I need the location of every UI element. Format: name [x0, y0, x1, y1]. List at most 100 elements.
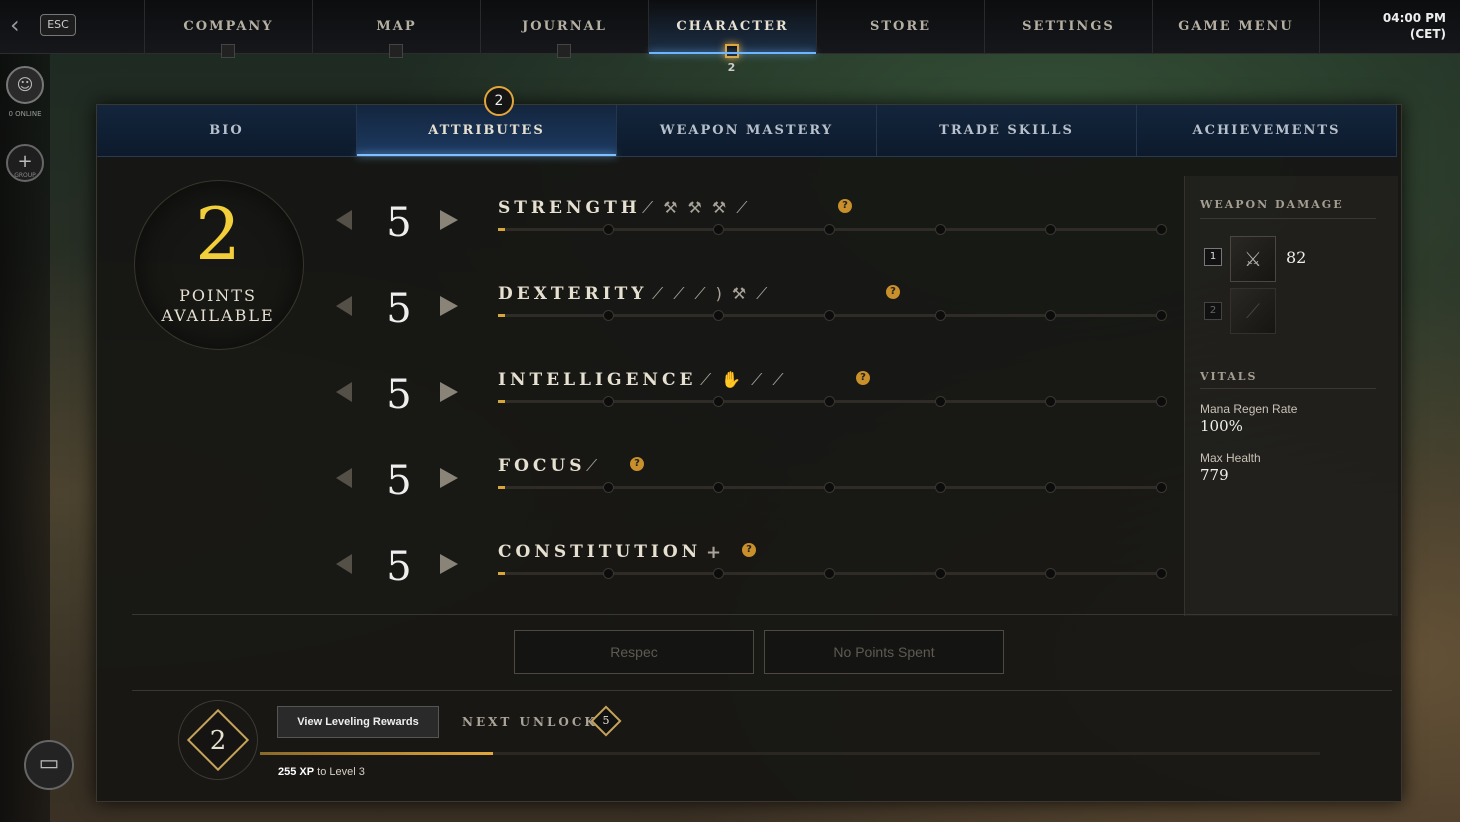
no-points-spent-button[interactable]: No Points Spent	[764, 630, 1004, 674]
xp-remaining: 255 XP to Level 3	[278, 766, 365, 778]
max-health-value: 779	[1200, 466, 1229, 484]
weapon-damage-heading: WEAPON DAMAGE	[1200, 198, 1344, 211]
subtabs: BIO ATTRIBUTES WEAPON MASTERY TRADE SKIL…	[97, 105, 1397, 157]
increase-arrow-icon[interactable]	[440, 382, 458, 402]
increase-arrow-icon[interactable]	[440, 468, 458, 488]
attribute-name: DEXTERITY	[498, 284, 648, 304]
tab-achievements[interactable]: ACHIEVEMENTS	[1137, 105, 1397, 156]
xp-suffix: to Level 3	[314, 766, 365, 778]
nav-game-menu[interactable]: GAME MENU	[1152, 0, 1320, 54]
divider	[132, 690, 1392, 691]
max-health-label: Max Health	[1200, 451, 1261, 465]
help-icon[interactable]: ?	[886, 285, 900, 299]
nav-map-label: MAP	[376, 19, 417, 34]
track-milestone-node	[713, 396, 725, 407]
chat-icon[interactable]: ▭	[24, 740, 74, 790]
track-milestone-node	[934, 568, 946, 579]
track-milestone-node	[602, 310, 614, 321]
weapon-slot-2-empty-icon[interactable]: ⟋	[1230, 288, 1276, 334]
nav-game-menu-label: GAME MENU	[1178, 19, 1294, 34]
track-milestone-node	[824, 310, 835, 321]
tab-weapon-mastery[interactable]: WEAPON MASTERY	[617, 105, 877, 156]
increase-arrow-icon[interactable]	[440, 554, 458, 574]
back-arrow-icon[interactable]: ‹	[10, 12, 36, 38]
attribute-progress	[498, 314, 505, 317]
mana-regen-value: 100%	[1200, 417, 1243, 435]
top-nav-bar: ‹ ESC COMPANY MAP JOURNAL CHARACTER 2 STO…	[0, 0, 1460, 74]
help-icon[interactable]: ?	[742, 543, 756, 557]
esc-button[interactable]: ESC	[40, 14, 76, 36]
nav-character-label: CHARACTER	[676, 19, 789, 34]
track-milestone-node	[713, 310, 725, 321]
decrease-arrow-icon[interactable]	[336, 382, 352, 402]
current-level: 2	[209, 726, 227, 756]
increase-arrow-icon[interactable]	[440, 210, 458, 230]
xp-amount: 255 XP	[278, 766, 315, 778]
tab-trade-skills[interactable]: TRADE SKILLS	[877, 105, 1137, 156]
attribute-progress	[498, 486, 505, 489]
attribute-name: STRENGTH	[498, 198, 641, 218]
track-milestone-node	[1045, 310, 1057, 321]
nav-store[interactable]: STORE	[816, 0, 984, 54]
track-milestone-node	[824, 482, 835, 493]
track-milestone-node	[1156, 224, 1167, 235]
tab-bio[interactable]: BIO	[97, 105, 357, 156]
help-icon[interactable]: ?	[838, 199, 852, 213]
divider	[1200, 218, 1376, 219]
attribute-value: 5	[386, 286, 412, 332]
nav-map[interactable]: MAP	[312, 0, 480, 58]
health-plus-icon: +	[706, 542, 732, 563]
track-milestone-node	[934, 482, 946, 493]
track-milestone-node	[713, 568, 725, 579]
tab-attributes[interactable]: ATTRIBUTES	[357, 105, 617, 156]
track-milestone-node	[1045, 482, 1057, 493]
view-leveling-rewards-button[interactable]: View Leveling Rewards	[277, 706, 439, 738]
strength-weapons-icons: ⟋⚒⚒⚒⟋	[642, 198, 758, 217]
attribute-progress	[498, 400, 505, 403]
increase-arrow-icon[interactable]	[440, 296, 458, 316]
intelligence-weapons-icons: ⟋✋⟋⟋	[700, 370, 794, 389]
attribute-row-strength: 5 STRENGTH ⟋⚒⚒⚒⟋ ?	[330, 196, 1180, 266]
attribute-value: 5	[386, 200, 412, 246]
nav-settings[interactable]: SETTINGS	[984, 0, 1152, 54]
nav-settings-label: SETTINGS	[1022, 19, 1115, 34]
social-icon[interactable]: ☺	[6, 66, 44, 104]
nav-character[interactable]: CHARACTER 2	[648, 0, 816, 74]
track-milestone-node	[1156, 568, 1167, 579]
weapon-slot-1-sword-icon[interactable]: ⚔	[1230, 236, 1276, 282]
attribute-track	[498, 396, 1167, 407]
attribute-row-dexterity: 5 DEXTERITY ⟋⟋⟋)⚒⟋ ?	[330, 282, 1180, 352]
track-milestone-node	[1045, 396, 1057, 407]
nav-company[interactable]: COMPANY	[144, 0, 312, 58]
help-icon[interactable]: ?	[630, 457, 644, 471]
attribute-track	[498, 568, 1167, 579]
track-milestone-node	[824, 224, 835, 235]
attribute-track	[498, 310, 1167, 321]
weapon-slot-2-number: 2	[1204, 302, 1222, 320]
attribute-name: CONSTITUTION	[498, 542, 702, 562]
nav-journal[interactable]: JOURNAL	[480, 0, 648, 58]
track-milestone-node	[1156, 310, 1167, 321]
decrease-arrow-icon[interactable]	[336, 554, 352, 574]
attribute-track	[498, 482, 1167, 493]
divider	[1200, 388, 1376, 389]
nav-pip	[221, 44, 235, 58]
points-available-value: 2	[195, 192, 241, 276]
points-label-line2: AVAILABLE	[161, 306, 275, 325]
decrease-arrow-icon[interactable]	[336, 296, 352, 316]
track-milestone-node	[602, 568, 614, 579]
respec-button[interactable]: Respec	[514, 630, 754, 674]
decrease-arrow-icon[interactable]	[336, 468, 352, 488]
attribute-track	[498, 224, 1167, 235]
help-icon[interactable]: ?	[856, 371, 870, 385]
online-count: 0 ONLINE	[8, 110, 42, 118]
attribute-name: INTELLIGENCE	[498, 370, 697, 390]
decrease-arrow-icon[interactable]	[336, 210, 352, 230]
xp-bar	[260, 752, 1320, 755]
track-milestone-node	[934, 396, 946, 407]
attribute-row-constitution: 5 CONSTITUTION + ?	[330, 540, 1180, 610]
track-milestone-node	[713, 482, 725, 493]
weapon-slot-1-number: 1	[1204, 248, 1222, 266]
track-milestone-node	[1156, 396, 1167, 407]
track-milestone-node	[1045, 224, 1057, 235]
